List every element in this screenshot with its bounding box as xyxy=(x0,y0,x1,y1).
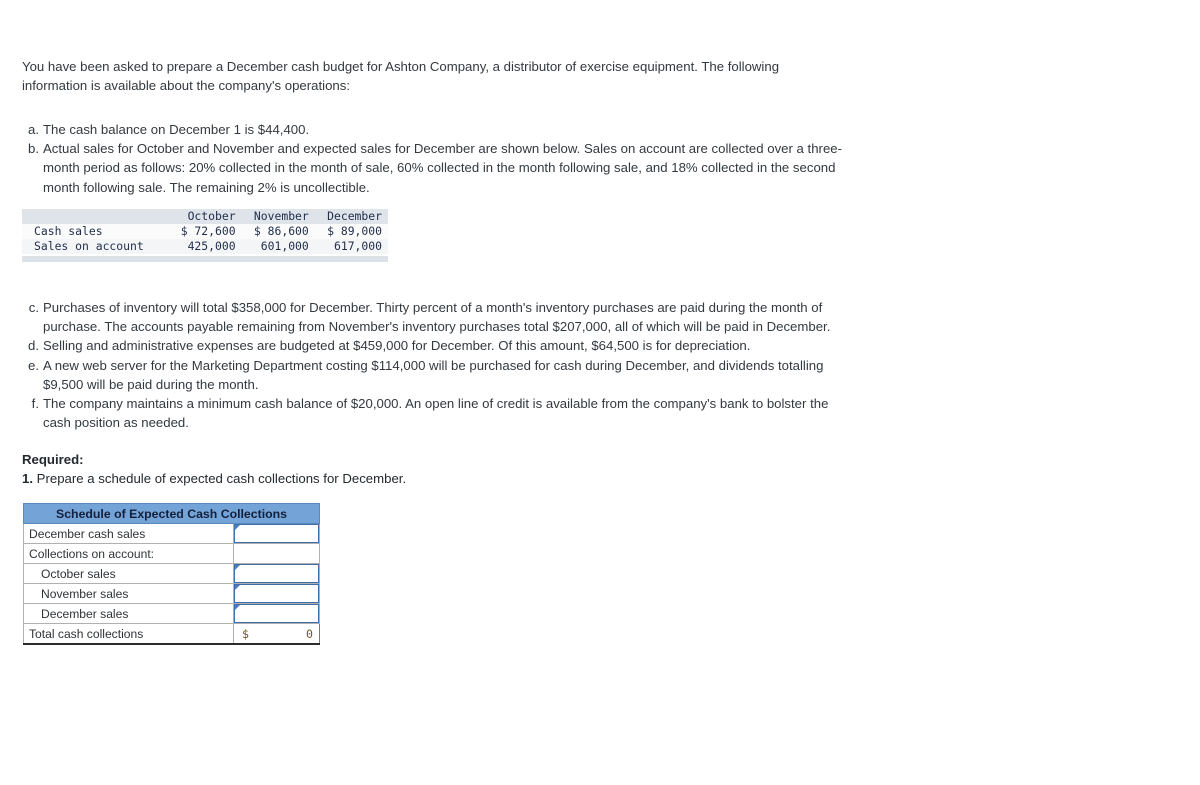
fact-text-f: The company maintains a minimum cash bal… xyxy=(43,396,829,431)
fact-text-c: Purchases of inventory will total $358,0… xyxy=(43,300,831,335)
table-row: Collections on account: xyxy=(23,543,320,564)
schedule-value-cell-october-sales[interactable] xyxy=(233,563,320,584)
required-item-text: Prepare a schedule of expected cash coll… xyxy=(36,471,407,486)
fact-item-a: a. The cash balance on December 1 is $44… xyxy=(22,120,844,139)
sales-table-head: October November December xyxy=(22,209,388,224)
required-heading: Required: xyxy=(22,452,84,467)
facts-list-cf: c. Purchases of inventory will total $35… xyxy=(22,298,852,432)
sales-cash-december: $ 89,000 xyxy=(327,224,382,238)
sales-account-november: 601,000 xyxy=(260,239,309,253)
table-row: Cash sales $ 72,600 $ 86,600 $ 89,000 xyxy=(22,224,388,239)
fact-item-e: e. A new web server for the Marketing De… xyxy=(22,356,852,394)
fact-item-d: d. Selling and administrative expenses a… xyxy=(22,336,852,355)
sales-account-december: 617,000 xyxy=(333,239,382,253)
fact-marker-a: a. xyxy=(28,122,39,137)
sales-cash-november: $ 86,600 xyxy=(253,224,309,238)
table-row: December sales xyxy=(23,603,320,624)
schedule-total-value: $ 0 xyxy=(234,624,319,643)
fact-marker-e: e. xyxy=(28,357,39,373)
sales-col-header-december: December xyxy=(327,209,382,223)
fact-marker-c: c. xyxy=(28,300,39,315)
schedule-label-collections-on-account: Collections on account: xyxy=(23,543,234,564)
schedule-label-december-sales: December sales xyxy=(23,603,234,624)
table-row: Sales on account 425,000 601,000 617,000 xyxy=(22,239,388,254)
required-item-1: 1. Prepare a schedule of expected cash c… xyxy=(22,469,406,488)
sales-cash-october: $ 72,600 xyxy=(180,224,236,238)
schedule-label-october-sales: October sales xyxy=(23,563,234,584)
sales-table-body: Cash sales $ 72,600 $ 86,600 $ 89,000 Sa… xyxy=(22,224,388,254)
required-section: Required: 1. Prepare a schedule of expec… xyxy=(22,450,406,488)
schedule-label-total-cash-collections: Total cash collections xyxy=(23,623,234,645)
required-item-number: 1. xyxy=(22,471,33,486)
fact-item-c: c. Purchases of inventory will total $35… xyxy=(22,298,852,336)
sales-header-row: October November December xyxy=(22,209,388,224)
schedule-input-december-cash-sales[interactable] xyxy=(234,524,319,543)
schedule-label-december-cash-sales: December cash sales xyxy=(23,523,234,544)
schedule-total-row: Total cash collections $ 0 xyxy=(23,623,320,645)
schedule-of-expected-cash-collections-table: Schedule of Expected Cash Collections De… xyxy=(23,503,320,645)
fact-text-a: The cash balance on December 1 is $44,40… xyxy=(43,122,310,137)
table-row: October sales xyxy=(23,563,320,584)
schedule-value-cell-collections-on-account xyxy=(233,543,320,564)
fact-marker-f: f. xyxy=(31,396,39,412)
schedule-title: Schedule of Expected Cash Collections xyxy=(23,503,320,524)
worksheet-page: You have been asked to prepare a Decembe… xyxy=(0,0,1200,785)
schedule-input-december-sales[interactable] xyxy=(234,604,319,623)
schedule-value-cell-december-cash-sales[interactable] xyxy=(233,523,320,544)
schedule-blank-collections-on-account xyxy=(234,544,319,563)
schedule-value-cell-december-sales[interactable] xyxy=(233,603,320,624)
sales-row-label-cash-sales: Cash sales xyxy=(34,224,103,238)
sales-row-label-on-account: Sales on account xyxy=(34,239,144,253)
fact-marker-d: d. xyxy=(28,338,39,354)
fact-item-f: f. The company maintains a minimum cash … xyxy=(22,394,852,432)
fact-marker-b: b. xyxy=(28,141,39,157)
fact-text-b: Actual sales for October and November an… xyxy=(43,141,843,195)
table-row: November sales xyxy=(23,583,320,604)
sales-account-october: 425,000 xyxy=(187,239,236,253)
sales-table-footer-band xyxy=(22,256,388,262)
schedule-total-currency-symbol: $ xyxy=(242,626,249,641)
table-row: December cash sales xyxy=(23,523,320,544)
fact-item-b: b. Actual sales for October and November… xyxy=(22,139,844,197)
schedule-input-november-sales[interactable] xyxy=(234,584,319,603)
sales-col-header-blank xyxy=(22,209,168,224)
schedule-value-cell-november-sales[interactable] xyxy=(233,583,320,604)
schedule-total-amount: 0 xyxy=(306,626,313,641)
sales-col-header-october: October xyxy=(187,209,236,223)
schedule-value-cell-total: $ 0 xyxy=(233,623,320,645)
schedule-header-row: Schedule of Expected Cash Collections xyxy=(23,503,320,524)
fact-text-d: Selling and administrative expenses are … xyxy=(43,338,751,354)
intro-paragraph: You have been asked to prepare a Decembe… xyxy=(22,59,780,93)
facts-list-ab: a. The cash balance on December 1 is $44… xyxy=(22,120,844,197)
schedule-label-november-sales: November sales xyxy=(23,583,234,604)
sales-col-header-november: November xyxy=(253,209,309,223)
fact-text-e: A new web server for the Marketing Depar… xyxy=(43,357,824,392)
sales-data-table: October November December Cash sales $ 7… xyxy=(22,209,388,254)
schedule-input-october-sales[interactable] xyxy=(234,564,319,583)
